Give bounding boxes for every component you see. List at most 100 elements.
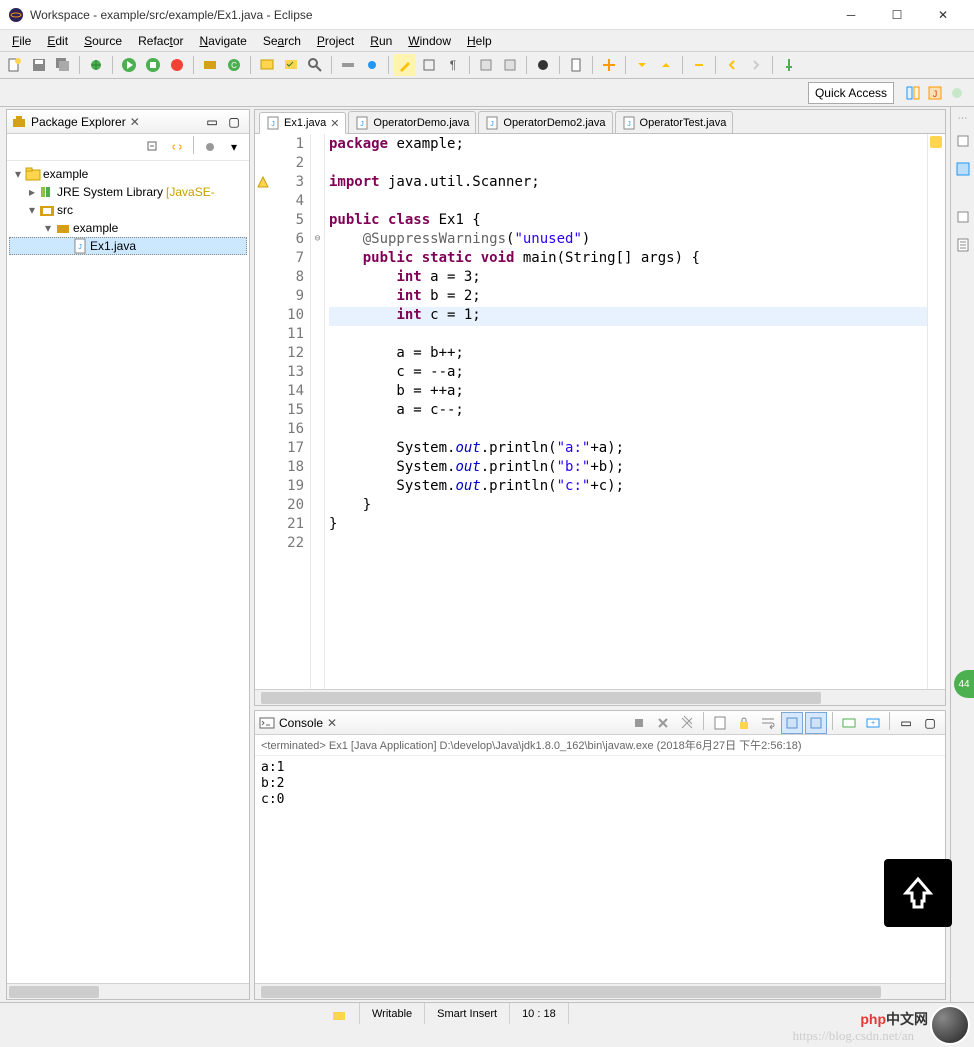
separator (682, 56, 683, 74)
close-view-icon[interactable]: ✕ (130, 115, 140, 129)
restore-view-button[interactable] (952, 130, 974, 152)
run-last-button[interactable] (166, 54, 188, 76)
separator (193, 56, 194, 74)
last-edit-button[interactable] (688, 54, 710, 76)
tree-scrollbar-h[interactable] (7, 983, 249, 999)
tasks-view-button[interactable] (952, 234, 974, 256)
remove-launch-button[interactable] (652, 712, 674, 734)
menu-edit[interactable]: Edit (39, 32, 76, 50)
tb-icon-2[interactable] (499, 54, 521, 76)
next-annotation-button[interactable] (631, 54, 653, 76)
run-button[interactable] (118, 54, 140, 76)
view-menu-button[interactable]: ▾ (223, 136, 245, 158)
src-folder-icon (39, 202, 55, 218)
pin-button[interactable] (778, 54, 800, 76)
new-button[interactable] (4, 54, 26, 76)
editor-tab[interactable]: JOperatorDemo.java (348, 111, 476, 133)
prev-annotation-button[interactable] (655, 54, 677, 76)
java-perspective-button[interactable]: J (924, 82, 946, 104)
menu-help[interactable]: Help (459, 32, 500, 50)
overview-ruler[interactable] (927, 134, 945, 689)
focus-task-button[interactable] (199, 136, 221, 158)
maximize-console-button[interactable]: ▢ (919, 712, 941, 734)
display-selected-console-button[interactable] (838, 712, 860, 734)
coverage-button[interactable] (142, 54, 164, 76)
separator (715, 56, 716, 74)
right-dots-icon: ⋯ (958, 113, 968, 124)
forward-button[interactable] (745, 54, 767, 76)
editor-tab[interactable]: JOperatorTest.java (615, 111, 734, 133)
scroll-top-button[interactable] (884, 859, 952, 927)
back-button[interactable] (721, 54, 743, 76)
collapse-all-button[interactable] (142, 136, 164, 158)
menu-search[interactable]: Search (255, 32, 309, 50)
show-stdout-button[interactable] (805, 712, 827, 734)
show-whitespace-button[interactable]: ¶ (442, 54, 464, 76)
minimize-console-button[interactable]: ▭ (895, 712, 917, 734)
menu-window[interactable]: Window (400, 32, 459, 50)
menu-source[interactable]: Source (76, 32, 130, 50)
debug-perspective-button[interactable] (946, 82, 968, 104)
skip-breakpoints-button[interactable] (361, 54, 383, 76)
toggle-breadcrumb-button[interactable] (337, 54, 359, 76)
maximize-button[interactable]: ☐ (874, 0, 920, 30)
quick-access-input[interactable]: Quick Access (808, 82, 894, 104)
floating-badge[interactable]: 44 (954, 670, 974, 698)
code-content[interactable]: package example;import java.util.Scanner… (325, 134, 927, 689)
save-all-button[interactable] (52, 54, 74, 76)
tree-file-selected[interactable]: J Ex1.java (9, 237, 247, 255)
new-package-button[interactable] (199, 54, 221, 76)
search-button[interactable] (304, 54, 326, 76)
save-button[interactable] (28, 54, 50, 76)
close-icon[interactable]: ✕ (327, 716, 337, 730)
debug-button[interactable] (85, 54, 107, 76)
toggle-mark-button[interactable] (394, 54, 416, 76)
tb-icon-1[interactable] (475, 54, 497, 76)
tb-icon-5[interactable] (598, 54, 620, 76)
outline-view-button[interactable] (952, 158, 974, 180)
open-type-button[interactable] (256, 54, 278, 76)
word-wrap-button[interactable] (757, 712, 779, 734)
tb-icon-3[interactable] (532, 54, 554, 76)
tb-icon-4[interactable] (565, 54, 587, 76)
project-tree[interactable]: ▾ example ▸ JRE System Library [JavaSE- … (7, 161, 249, 983)
tree-project[interactable]: ▾ example (9, 165, 247, 183)
menu-file[interactable]: File (4, 32, 39, 50)
open-console-button[interactable]: + (862, 712, 884, 734)
menu-project[interactable]: Project (309, 32, 362, 50)
maximize-view-button[interactable]: ▢ (223, 111, 245, 133)
editor-tab[interactable]: JEx1.java✕ (259, 112, 346, 134)
restore-view2-button[interactable] (952, 206, 974, 228)
minimize-view-button[interactable]: ▭ (201, 111, 223, 133)
editor-scrollbar-h[interactable] (255, 689, 945, 705)
tree-jre[interactable]: ▸ JRE System Library [JavaSE- (9, 183, 247, 201)
new-class-button[interactable]: C (223, 54, 245, 76)
code-area[interactable]: 12345678910111213141516171819202122 ⊖ pa… (255, 134, 945, 689)
svg-text:+: + (871, 720, 875, 727)
console-output[interactable]: a:1b:2c:0 (255, 756, 945, 983)
link-editor-button[interactable] (166, 136, 188, 158)
close-button[interactable]: ✕ (920, 0, 966, 30)
open-perspective-button[interactable] (902, 82, 924, 104)
tree-package[interactable]: ▾ example (9, 219, 247, 237)
open-task-button[interactable] (280, 54, 302, 76)
tree-src[interactable]: ▾ src (9, 201, 247, 219)
menu-run[interactable]: Run (362, 32, 400, 50)
arrow-up-icon (898, 873, 938, 913)
statusbar: Writable Smart Insert 10 : 18 (0, 1002, 974, 1024)
svg-text:J: J (271, 121, 275, 128)
clear-console-button[interactable] (709, 712, 731, 734)
block-select-button[interactable] (418, 54, 440, 76)
fold-column[interactable]: ⊖ (311, 134, 325, 689)
minimize-button[interactable]: ─ (828, 0, 874, 30)
pin-console-button[interactable] (781, 712, 803, 734)
remove-all-button[interactable] (676, 712, 698, 734)
main-toolbar: C ¶ (0, 52, 974, 79)
menubar: File Edit Source Refactor Navigate Searc… (0, 30, 974, 52)
scroll-lock-button[interactable] (733, 712, 755, 734)
terminate-button[interactable] (628, 712, 650, 734)
console-scrollbar-h[interactable] (255, 983, 945, 999)
menu-refactor[interactable]: Refactor (130, 32, 191, 50)
editor-tab[interactable]: JOperatorDemo2.java (478, 111, 612, 133)
menu-navigate[interactable]: Navigate (191, 32, 254, 50)
